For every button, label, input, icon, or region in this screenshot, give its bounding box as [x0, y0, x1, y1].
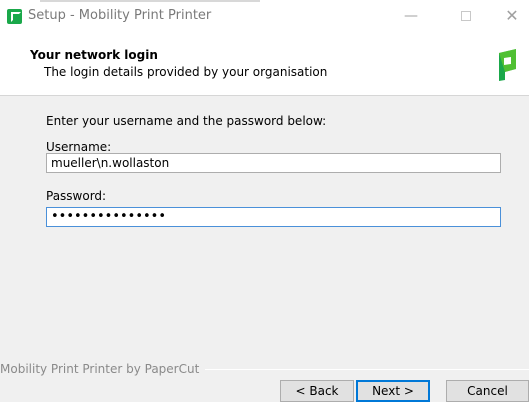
- page-title: Your network login: [30, 48, 158, 62]
- branding-divider: [180, 369, 529, 370]
- login-form: Enter your username and the password bel…: [0, 97, 529, 357]
- cancel-button[interactable]: Cancel: [446, 380, 529, 402]
- wizard-header: Your network login The login details pro…: [0, 32, 529, 96]
- password-label: Password:: [46, 189, 107, 203]
- branding-line: Mobility Print Printer by PaperCut: [0, 362, 529, 376]
- minimize-icon: —: [404, 8, 418, 24]
- branding-text: Mobility Print Printer by PaperCut: [0, 362, 206, 376]
- title-bar[interactable]: Setup - Mobility Print Printer — ✕: [0, 0, 529, 32]
- username-field[interactable]: mueller\n.wollaston: [46, 153, 501, 173]
- next-button[interactable]: Next >: [356, 380, 430, 402]
- maximize-button[interactable]: [452, 4, 482, 28]
- page-subtitle: The login details provided by your organ…: [44, 65, 328, 79]
- setup-window: Setup - Mobility Print Printer — ✕ Your …: [0, 0, 529, 402]
- back-button[interactable]: < Back: [280, 380, 354, 402]
- papercut-logo-icon: [499, 49, 516, 81]
- minimize-button[interactable]: —: [396, 4, 426, 28]
- password-field[interactable]: •••••••••••••••: [46, 207, 501, 227]
- username-label: Username:: [46, 140, 112, 154]
- close-icon: ✕: [505, 6, 519, 25]
- instruction-text: Enter your username and the password bel…: [46, 114, 327, 128]
- title-bar-shadow: [40, 0, 260, 2]
- maximize-icon: [461, 11, 471, 21]
- window-title: Setup - Mobility Print Printer: [28, 8, 212, 23]
- close-button[interactable]: ✕: [497, 4, 527, 28]
- papercut-app-icon: [7, 9, 22, 24]
